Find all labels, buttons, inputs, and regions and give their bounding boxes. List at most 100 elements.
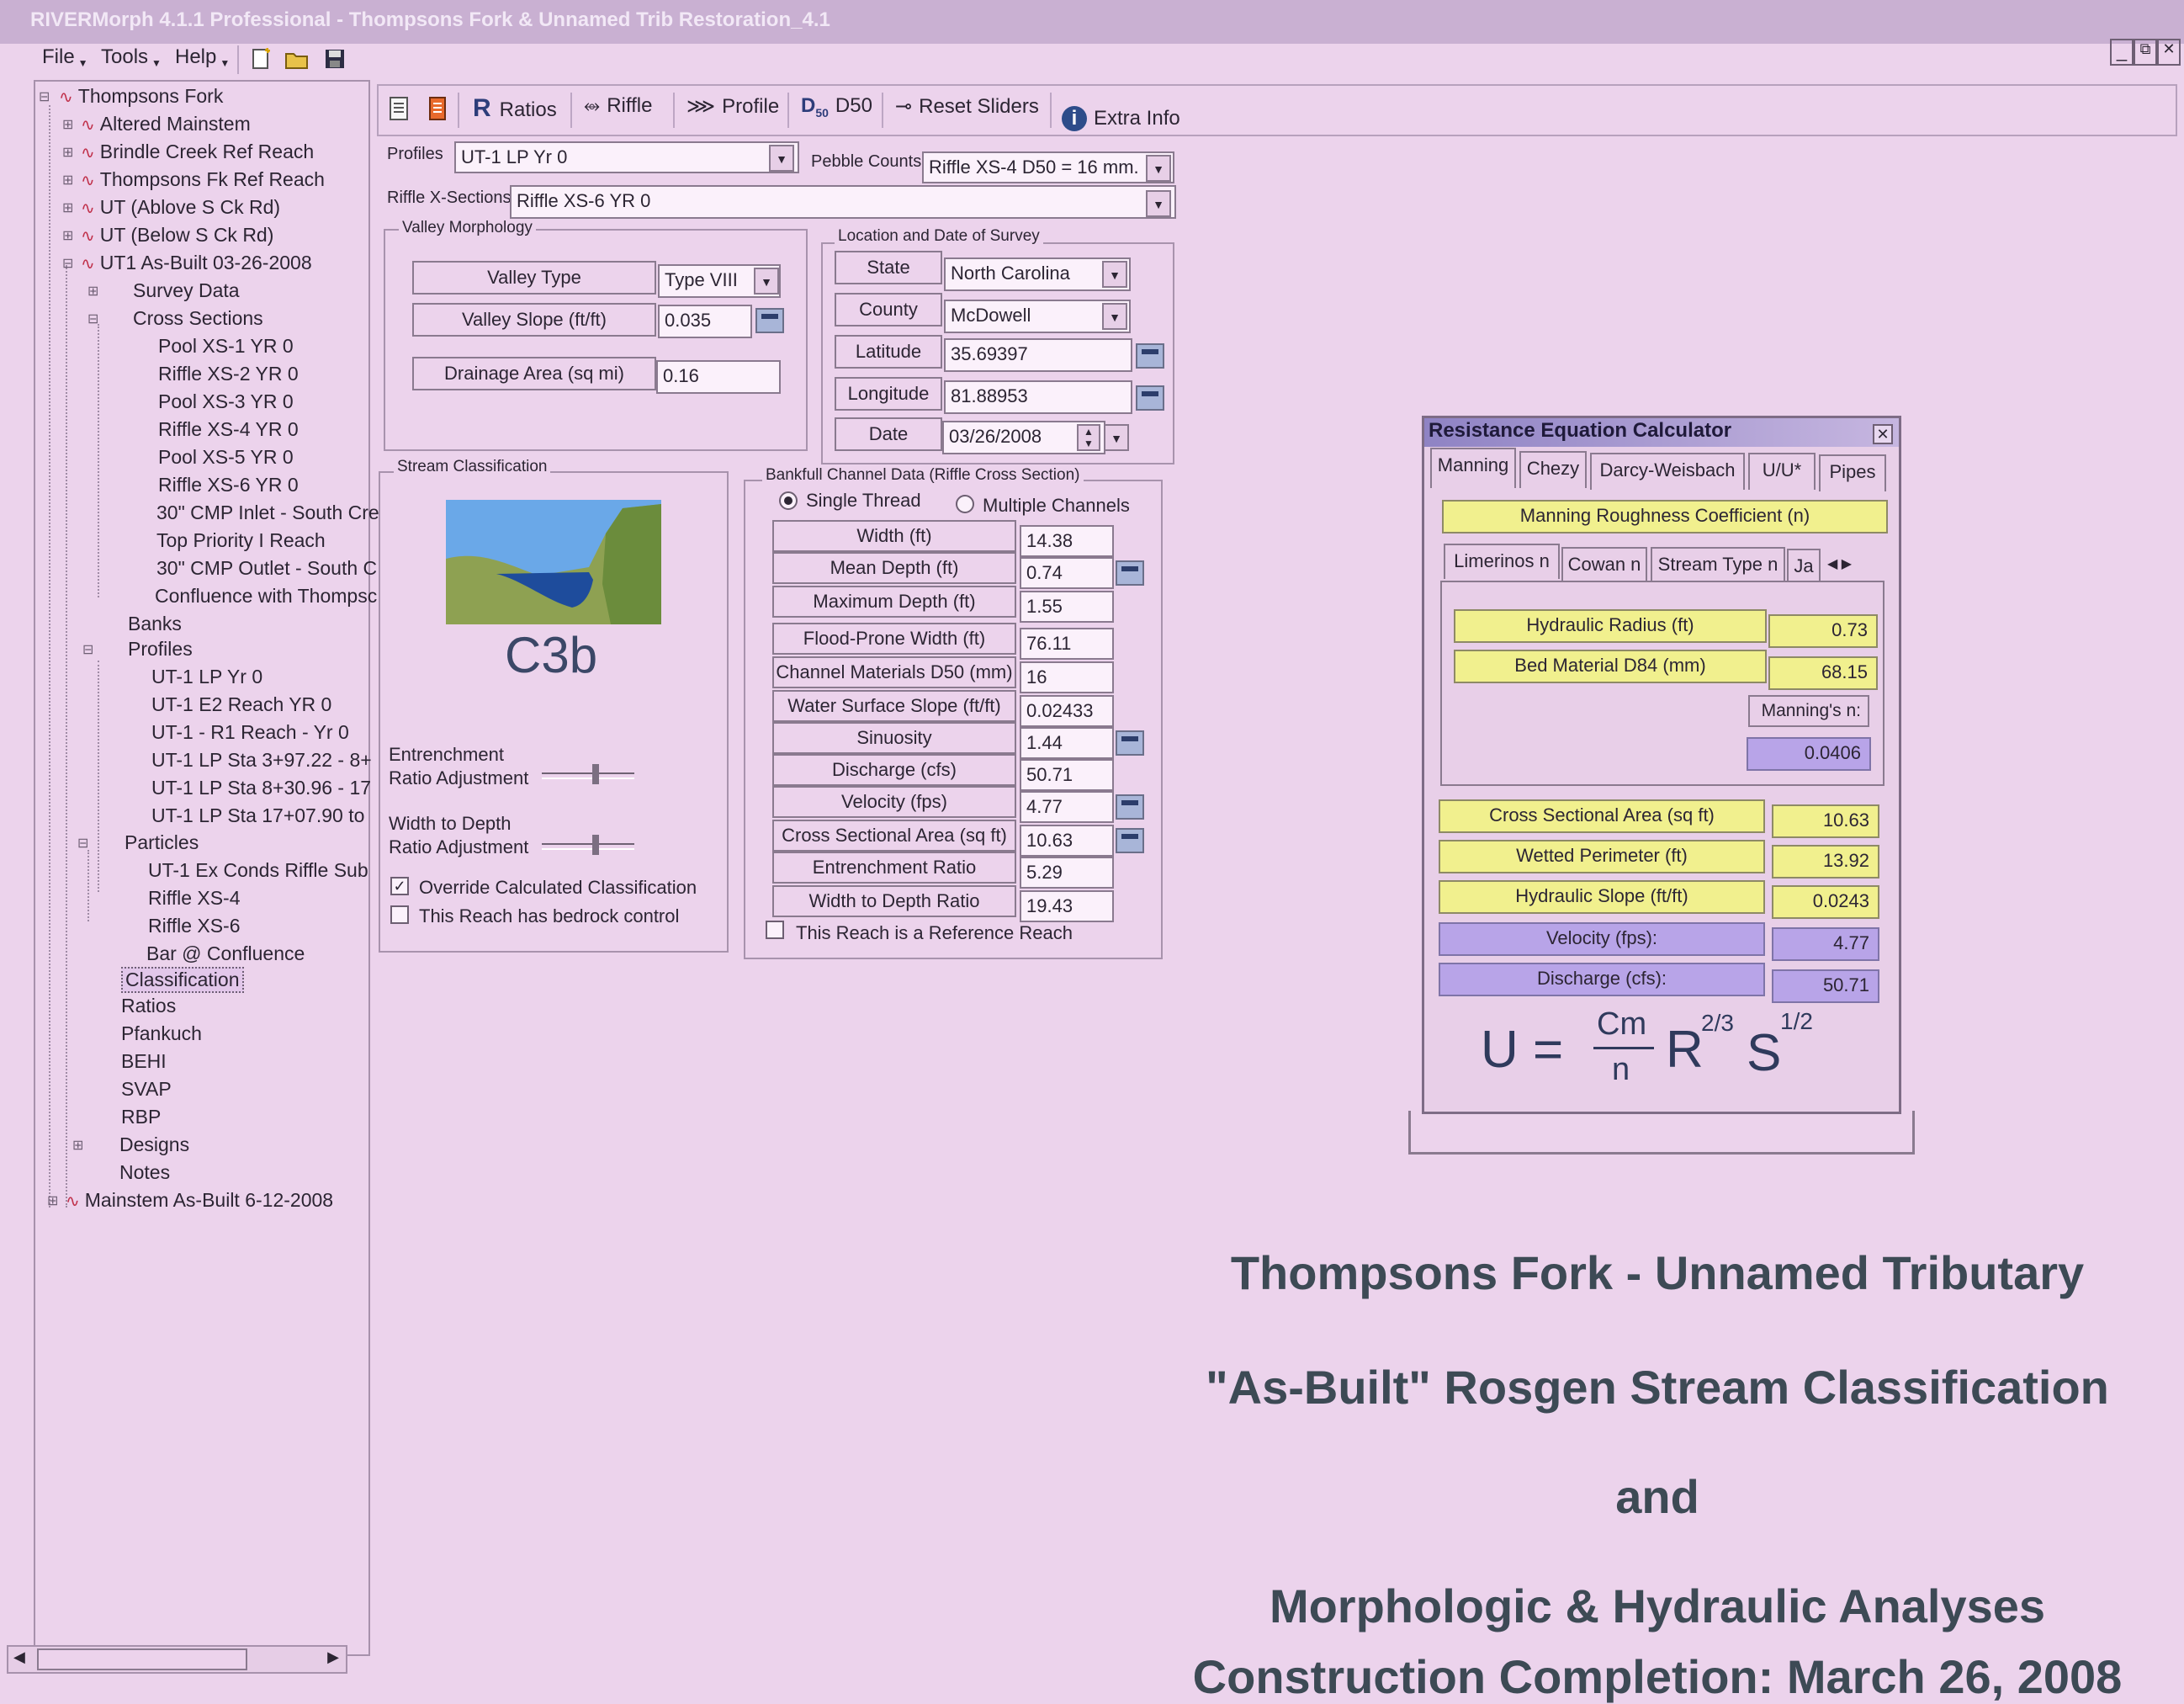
tree-item-profile[interactable]: UT-1 LP Sta 8+30.96 - 17: [151, 777, 371, 799]
tree-horizontal-scrollbar[interactable]: ◀ ▶: [7, 1645, 347, 1674]
bankfull-row-value[interactable]: 0.74: [1020, 557, 1114, 589]
calculator-icon[interactable]: [1136, 385, 1164, 411]
close-button[interactable]: ✕: [2157, 39, 2181, 66]
profile-button[interactable]: ⋙ Profile: [686, 94, 779, 119]
chevron-down-icon[interactable]: ▼: [1104, 424, 1129, 451]
tree-item-rbp[interactable]: RBP: [121, 1106, 161, 1128]
tree-item-xs[interactable]: Confluence with Thompsc: [155, 585, 377, 608]
collapse-icon[interactable]: ⊟: [39, 88, 50, 105]
tree-item-xs[interactable]: 30" CMP Inlet - South Cre: [156, 502, 379, 524]
override-checkbox[interactable]: ✓: [390, 877, 409, 895]
multiple-channels-radio[interactable]: [956, 495, 974, 513]
longitude-input[interactable]: 81.88953: [944, 380, 1132, 414]
hydraulic-slope-value[interactable]: 0.0243: [1772, 885, 1879, 919]
tree-item-classification-selected[interactable]: Classification: [121, 967, 244, 993]
tree-item-reach[interactable]: ∿ Mainstem As-Built 6-12-2008: [66, 1189, 333, 1212]
bankfull-row-value[interactable]: 76.11: [1020, 628, 1114, 660]
tree-item-particle[interactable]: Riffle XS-6: [148, 915, 241, 937]
tree-item-reach[interactable]: ∿ Altered Mainstem: [81, 113, 251, 135]
subtab-scroll[interactable]: ◀ ▶: [1827, 555, 1878, 579]
width-depth-ratio-slider[interactable]: [542, 833, 634, 858]
tree-item-particle[interactable]: Riffle XS-4: [148, 887, 241, 910]
expand-icon[interactable]: ⊞: [62, 227, 73, 244]
d50-button[interactable]: D50 D50: [801, 94, 872, 119]
scroll-thumb[interactable]: [37, 1648, 247, 1670]
tab-pipes[interactable]: Pipes: [1819, 454, 1886, 491]
calculator-icon[interactable]: [755, 308, 784, 333]
expand-icon[interactable]: ⊞: [72, 1137, 83, 1154]
latitude-input[interactable]: 35.69397: [944, 338, 1132, 372]
single-thread-radio[interactable]: [779, 491, 798, 510]
tree-item-xs[interactable]: Riffle XS-2 YR 0: [158, 363, 299, 385]
date-spinner[interactable]: ▲ ▼: [1077, 424, 1100, 451]
collapse-icon[interactable]: ⊟: [62, 255, 73, 272]
riffle-xsections-select[interactable]: Riffle XS-6 YR 0: [510, 185, 1176, 219]
tab-chezy[interactable]: Chezy: [1519, 451, 1587, 488]
tree-item-survey-data[interactable]: Survey Data: [133, 279, 240, 302]
tree-item-pfankuch[interactable]: Pfankuch: [121, 1022, 202, 1045]
tree-item-xs[interactable]: Pool XS-3 YR 0: [158, 390, 294, 413]
tree-item-profile[interactable]: UT-1 - R1 Reach - Yr 0: [151, 721, 349, 744]
reference-reach-checkbox[interactable]: [766, 921, 784, 939]
tree-item-behi[interactable]: BEHI: [121, 1050, 167, 1073]
open-folder-icon[interactable]: [284, 47, 308, 71]
expand-icon[interactable]: ⊞: [62, 172, 73, 188]
tree-item-banks[interactable]: Banks: [128, 613, 182, 635]
chevron-down-icon[interactable]: ▼: [769, 145, 794, 172]
tree-item-xs[interactable]: Top Priority I Reach: [156, 529, 326, 552]
bedrock-checkbox[interactable]: [390, 905, 409, 924]
tree-item-xs[interactable]: Pool XS-5 YR 0: [158, 446, 294, 469]
expand-icon[interactable]: ⊞: [62, 116, 73, 133]
drainage-area-input[interactable]: 0.16: [656, 360, 781, 394]
tab-manning[interactable]: Manning: [1430, 448, 1516, 488]
menu-help[interactable]: Help ▼: [175, 45, 230, 69]
tree-item-xs[interactable]: Riffle XS-4 YR 0: [158, 418, 299, 441]
minimize-button[interactable]: _: [2110, 39, 2134, 66]
tree-item-reach[interactable]: ∿ Thompsons Fk Ref Reach: [81, 168, 325, 191]
tree-item-designs[interactable]: Designs: [119, 1133, 189, 1156]
calculator-icon[interactable]: [1136, 343, 1164, 369]
hydraulic-radius-value[interactable]: 0.73: [1768, 614, 1878, 648]
collapse-icon[interactable]: ⊟: [82, 641, 93, 658]
subtab-ja[interactable]: Ja: [1787, 549, 1821, 582]
ratios-button[interactable]: R Ratios: [473, 94, 557, 123]
tree-item-particle[interactable]: UT-1 Ex Conds Riffle Sub: [148, 859, 368, 882]
tree-item-profile[interactable]: UT-1 LP Sta 17+07.90 to: [151, 804, 364, 827]
chevron-down-icon[interactable]: ▼: [1146, 155, 1171, 182]
chevron-down-icon[interactable]: ▼: [1102, 261, 1127, 288]
profiles-select[interactable]: UT-1 LP Yr 0: [454, 141, 799, 173]
area-value[interactable]: 10.63: [1772, 804, 1879, 838]
collapse-icon[interactable]: ⊟: [87, 311, 98, 327]
bankfull-row-value[interactable]: 19.43: [1020, 890, 1114, 922]
bankfull-row-value[interactable]: 4.77: [1020, 791, 1114, 823]
menu-file[interactable]: File ▼: [42, 45, 88, 69]
bankfull-row-value[interactable]: 16: [1020, 661, 1114, 693]
expand-icon[interactable]: ⊞: [87, 283, 98, 300]
tree-item-profile[interactable]: UT-1 LP Yr 0: [151, 666, 262, 688]
calculator-icon[interactable]: [1116, 828, 1144, 853]
tree-item-notes[interactable]: Notes: [119, 1161, 170, 1184]
tree-item-xs[interactable]: Pool XS-1 YR 0: [158, 335, 294, 358]
riffle-button[interactable]: ⥈ Riffle: [584, 94, 652, 118]
calculator-icon[interactable]: [1116, 560, 1144, 586]
bankfull-row-value[interactable]: 1.44: [1020, 727, 1114, 759]
menu-tools[interactable]: Tools ▼: [101, 45, 162, 69]
tab-darcy-weisbach[interactable]: Darcy-Weisbach: [1590, 453, 1745, 490]
tab-uu[interactable]: U/U*: [1748, 453, 1816, 490]
tree-item-cross-sections[interactable]: Cross Sections: [133, 307, 263, 330]
tree-item-profile[interactable]: UT-1 LP Sta 3+97.22 - 8+: [151, 749, 372, 772]
pebble-counts-select[interactable]: Riffle XS-4 D50 = 16 mm.: [922, 151, 1174, 183]
collapse-icon[interactable]: ⊟: [77, 835, 88, 852]
tree-item-profiles[interactable]: Profiles: [128, 638, 193, 661]
expand-icon[interactable]: ⊞: [62, 144, 73, 161]
bankfull-row-value[interactable]: 1.55: [1020, 591, 1114, 623]
expand-icon[interactable]: ⊞: [62, 199, 73, 216]
tree-item-particles[interactable]: Particles: [125, 831, 199, 854]
tree-item-profile[interactable]: UT-1 E2 Reach YR 0: [151, 693, 331, 716]
bankfull-row-value[interactable]: 14.38: [1020, 525, 1114, 557]
tree-item-ratios[interactable]: Ratios: [121, 995, 176, 1017]
save-icon[interactable]: [323, 47, 347, 71]
subtab-cowan[interactable]: Cowan n: [1561, 547, 1647, 581]
reset-sliders-button[interactable]: ⊸ Reset Sliders: [895, 94, 1039, 119]
chevron-down-icon[interactable]: ▼: [754, 268, 779, 295]
